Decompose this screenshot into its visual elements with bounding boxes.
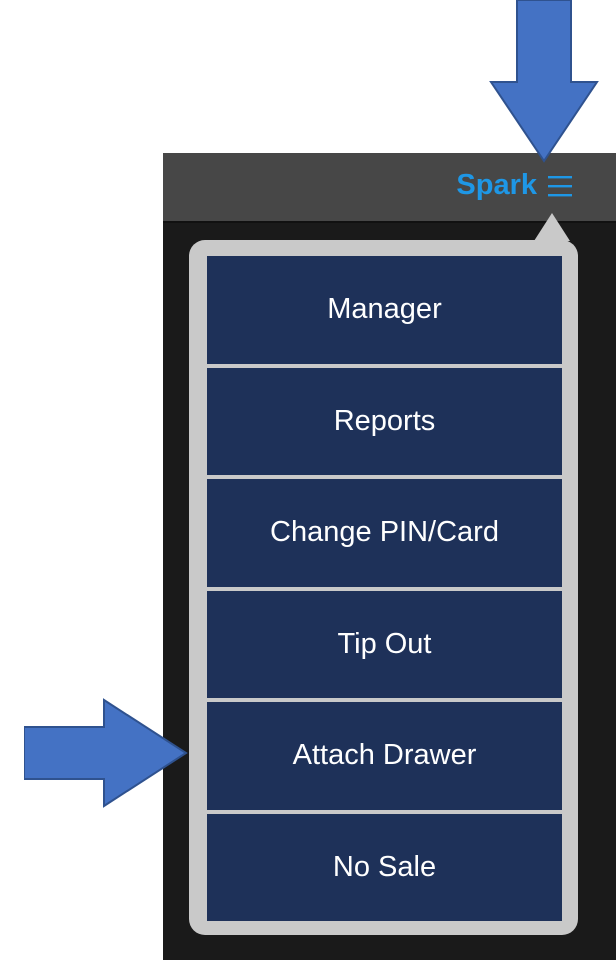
menu-toggle-button[interactable]: Spark <box>456 169 573 202</box>
menu-item-tip-out[interactable]: Tip Out <box>207 590 562 698</box>
hamburger-icon[interactable] <box>547 174 573 198</box>
popover-menu: Manager Reports Change PIN/Card Tip Out … <box>207 256 562 921</box>
down-arrow-icon <box>489 0 599 163</box>
menu-item-no-sale[interactable]: No Sale <box>207 813 562 921</box>
brand-label: Spark <box>456 169 537 201</box>
menu-item-change-pin-card[interactable]: Change PIN/Card <box>207 479 562 587</box>
menu-item-manager[interactable]: Manager <box>207 256 562 364</box>
menu-item-reports[interactable]: Reports <box>207 367 562 475</box>
right-arrow-icon <box>24 698 188 808</box>
menu-item-attach-drawer[interactable]: Attach Drawer <box>207 702 562 810</box>
popover-caret <box>534 213 570 241</box>
